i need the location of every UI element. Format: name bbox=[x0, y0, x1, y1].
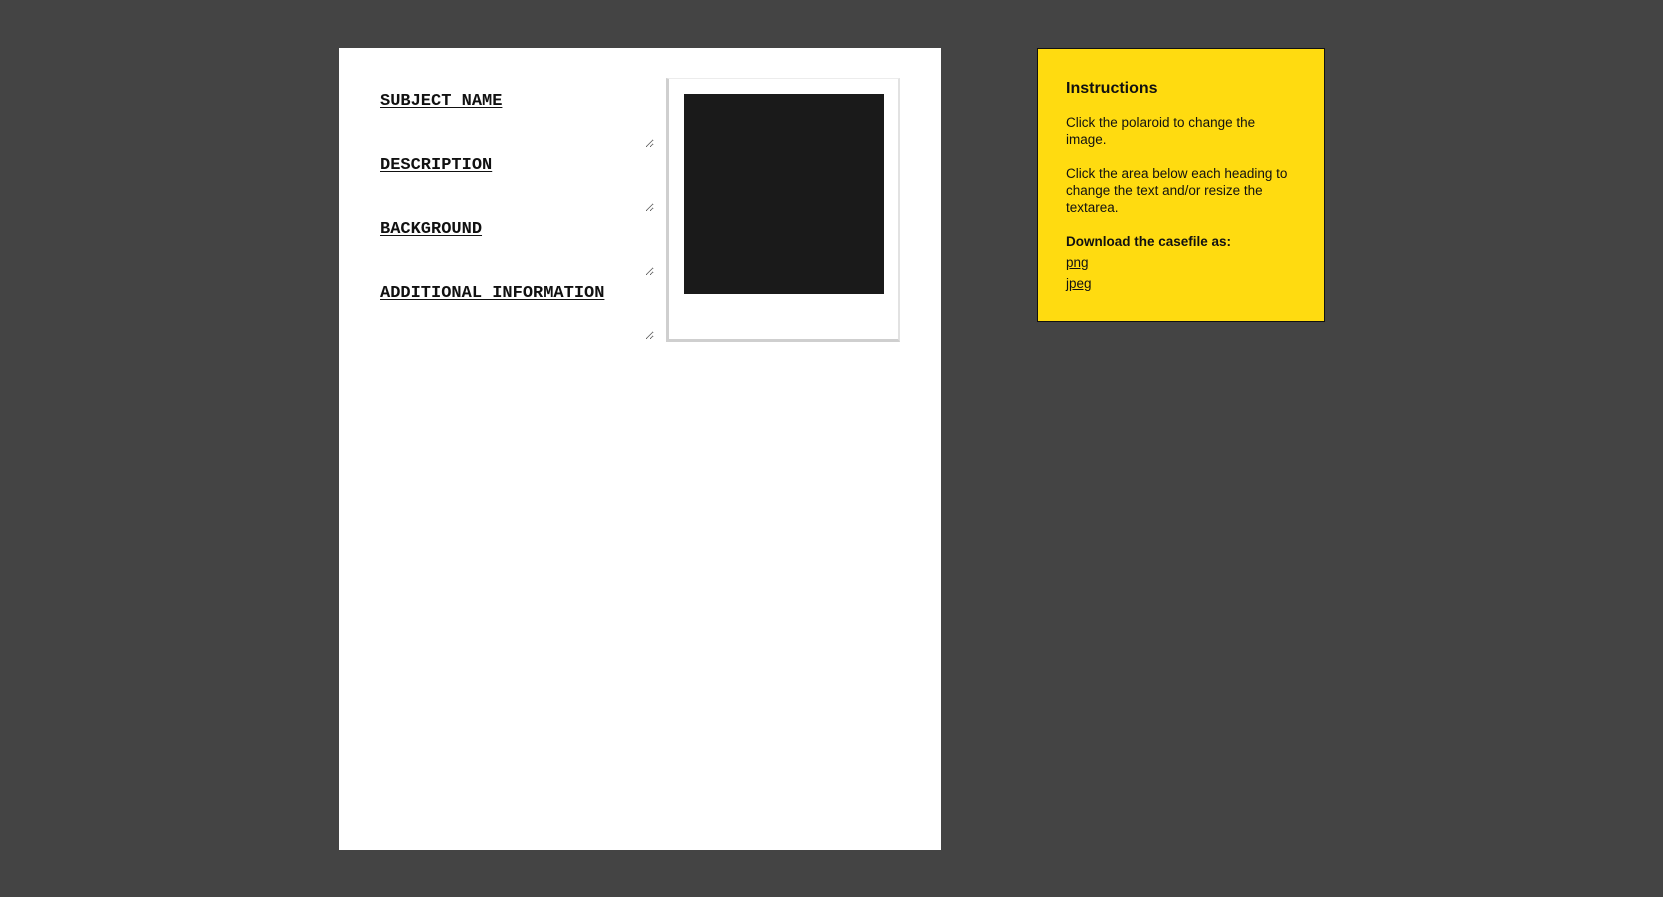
description-heading: DESCRIPTION bbox=[380, 156, 493, 175]
section-subject-name: SUBJECT NAME bbox=[380, 92, 660, 148]
instructions-title: Instructions bbox=[1066, 80, 1158, 97]
description-textarea[interactable] bbox=[380, 180, 654, 212]
instructions-panel: Instructions Click the polaroid to chang… bbox=[1037, 48, 1325, 322]
background-heading: BACKGROUND bbox=[380, 220, 483, 239]
additional-information-textarea[interactable] bbox=[380, 308, 654, 340]
download-label: Download the casefile as: bbox=[1066, 234, 1232, 249]
download-jpeg-link[interactable]: jpeg bbox=[1066, 273, 1297, 294]
polaroid[interactable] bbox=[666, 78, 900, 342]
polaroid-photo[interactable] bbox=[684, 94, 884, 294]
background-textarea[interactable] bbox=[380, 244, 654, 276]
section-description: DESCRIPTION bbox=[380, 156, 660, 212]
instructions-polaroid-text: Click the polaroid to change the image. bbox=[1066, 115, 1256, 147]
download-png-link[interactable]: png bbox=[1066, 252, 1297, 273]
section-additional-information: ADDITIONAL INFORMATION bbox=[380, 284, 660, 340]
casefile-page: SUBJECT NAME DESCRIPTION BACKGROUND ADDI… bbox=[339, 48, 941, 850]
subject-name-textarea[interactable] bbox=[380, 116, 654, 148]
instructions-textarea-text: Click the area below each heading to cha… bbox=[1066, 166, 1288, 215]
section-background: BACKGROUND bbox=[380, 220, 660, 276]
additional-information-heading: ADDITIONAL INFORMATION bbox=[380, 284, 605, 303]
subject-name-heading: SUBJECT NAME bbox=[380, 92, 503, 111]
